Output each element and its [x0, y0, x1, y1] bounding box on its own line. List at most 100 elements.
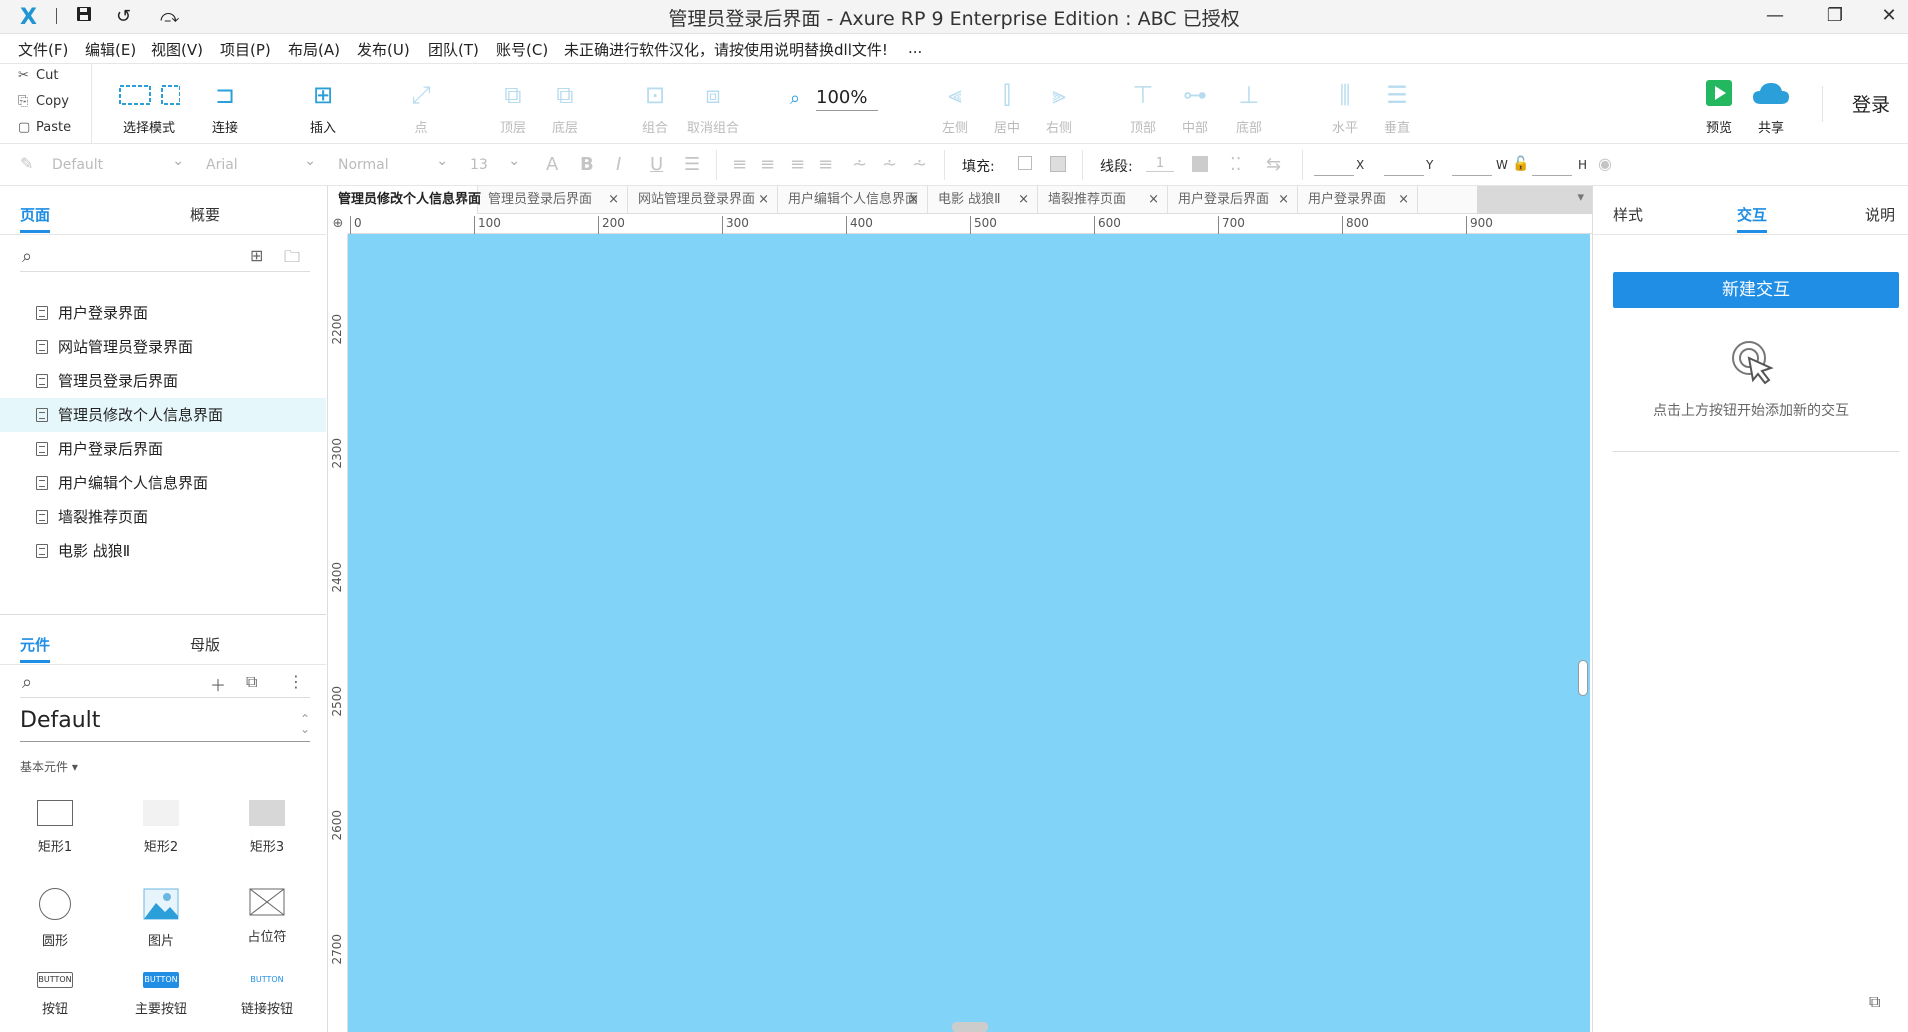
document-tab[interactable]: 墙裂推荐页面 ×: [1038, 186, 1168, 214]
x-input[interactable]: [1314, 158, 1354, 176]
menu-team[interactable]: 团队(T): [428, 39, 479, 60]
document-tab[interactable]: 电影 战狼Ⅱ ×: [928, 186, 1038, 214]
select-mode-button[interactable]: 选择模式: [114, 64, 184, 144]
style-edit-icon[interactable]: ✎: [20, 154, 33, 173]
page-item[interactable]: 用户登录后界面: [0, 432, 326, 466]
italic-icon[interactable]: I: [616, 154, 621, 175]
add-folder-icon[interactable]: 🗀: [284, 246, 300, 273]
page-item[interactable]: 管理员修改个人信息界面: [0, 398, 326, 432]
align-text-center-icon[interactable]: ≡: [760, 154, 775, 175]
close-tab-icon[interactable]: ×: [758, 186, 769, 213]
bullet-list-icon[interactable]: ☰: [684, 154, 700, 175]
underline-icon[interactable]: U: [650, 154, 663, 175]
library-select[interactable]: Default ⌃ ⌄: [20, 708, 310, 742]
align-text-right-icon[interactable]: ≡: [790, 154, 805, 175]
bold-icon[interactable]: B: [580, 154, 594, 175]
close-window-button[interactable]: ✕: [1874, 5, 1904, 26]
widget-circle[interactable]: 圆形: [10, 888, 100, 949]
close-tab-icon[interactable]: ×: [1398, 186, 1409, 213]
fill-shadow-swatch[interactable]: [1050, 156, 1066, 172]
close-tab-icon[interactable]: ×: [608, 186, 619, 213]
fill-color-swatch[interactable]: [1018, 156, 1032, 170]
widget-rectangle-3[interactable]: 矩形3: [222, 800, 312, 855]
dock-panel-icon[interactable]: ⧉: [1869, 992, 1880, 1012]
menu-publish[interactable]: 发布(U): [357, 39, 410, 60]
stroke-pattern-icon[interactable]: ⁚⁚: [1230, 154, 1241, 175]
align-bottom-button[interactable]: ⊥ 底部: [1214, 64, 1284, 144]
font-color-icon[interactable]: A: [546, 154, 558, 175]
page-item[interactable]: 管理员登录后界面: [0, 364, 326, 398]
new-interaction-button[interactable]: 新建交互: [1613, 272, 1899, 308]
connect-button[interactable]: ⊐ 连接: [190, 64, 260, 144]
stroke-color-swatch[interactable]: [1192, 156, 1208, 172]
menu-view[interactable]: 视图(V): [151, 39, 203, 60]
tab-widgets[interactable]: 元件: [20, 634, 51, 663]
widget-rectangle-1[interactable]: 矩形1: [10, 800, 100, 855]
add-page-icon[interactable]: ⊞: [250, 246, 263, 265]
widget-button[interactable]: BUTTON 按钮: [10, 972, 100, 1017]
insert-button[interactable]: ⊞ 插入: [288, 64, 358, 144]
tab-style[interactable]: 样式: [1613, 204, 1643, 225]
close-tab-icon[interactable]: ×: [1148, 186, 1159, 213]
justify-text-icon[interactable]: ≡: [818, 154, 833, 175]
login-button[interactable]: 登录: [1852, 90, 1890, 117]
font-family-select[interactable]: Arial: [202, 148, 318, 178]
close-tab-icon[interactable]: ×: [1018, 186, 1029, 213]
widget-placeholder[interactable]: 占位符: [222, 888, 312, 945]
page-search[interactable]: ⌕ ⊞ 🗀: [20, 242, 310, 272]
close-tab-icon[interactable]: ×: [458, 186, 469, 213]
width-input[interactable]: [1452, 158, 1492, 176]
minimize-button[interactable]: —: [1760, 5, 1790, 26]
copy-button[interactable]: ⎘ Copy: [18, 94, 69, 109]
design-canvas[interactable]: [348, 234, 1590, 1032]
distribute-vertical-button[interactable]: ☰ 垂直: [1362, 64, 1432, 144]
font-weight-select[interactable]: Normal: [334, 148, 450, 178]
widget-search[interactable]: ⌕ ＋ ⧉ ⋮: [20, 668, 310, 698]
cut-button[interactable]: ✂ Cut: [18, 68, 58, 83]
style-select[interactable]: Default: [48, 148, 186, 178]
document-tab[interactable]: 管理员修改个人信息界面 ×: [328, 186, 481, 214]
document-tab[interactable]: 管理员登录后界面 ×: [478, 186, 628, 214]
menu-more[interactable]: ...: [908, 39, 922, 57]
close-tab-icon[interactable]: ×: [1278, 186, 1289, 213]
menu-project[interactable]: 项目(P): [220, 39, 271, 60]
restore-button[interactable]: ❐: [1820, 5, 1850, 26]
tab-notes[interactable]: 说明: [1865, 204, 1895, 225]
tab-masters[interactable]: 母版: [190, 634, 220, 655]
y-input[interactable]: [1384, 158, 1424, 176]
widget-image[interactable]: 图片: [116, 888, 206, 949]
valign-top-icon[interactable]: ⩪: [852, 154, 867, 175]
share-button[interactable]: 共享: [1736, 64, 1806, 144]
menu-file[interactable]: 文件(F): [18, 39, 68, 60]
widget-link-button[interactable]: BUTTON 链接按钮: [222, 972, 312, 1017]
height-input[interactable]: [1532, 158, 1572, 176]
align-right-button[interactable]: ⫸ 右侧: [1024, 64, 1094, 144]
ungroup-button[interactable]: ⧈ 取消组合: [678, 64, 748, 144]
widget-primary-button[interactable]: BUTTON 主要按钮: [116, 972, 206, 1017]
visibility-eye-icon[interactable]: ◉: [1598, 154, 1612, 173]
ruler-origin-icon[interactable]: ⊕: [328, 214, 348, 234]
arrow-style-icon[interactable]: ⇆: [1266, 154, 1281, 175]
tab-pages[interactable]: 页面: [20, 204, 51, 233]
send-to-back-button[interactable]: ⧉ 底层: [530, 64, 600, 144]
document-tab[interactable]: 网站管理员登录界面 ×: [628, 186, 778, 214]
page-item[interactable]: 网站管理员登录界面: [0, 330, 326, 364]
paste-button[interactable]: ▢ Paste: [18, 120, 71, 135]
page-item[interactable]: 用户编辑个人信息界面: [0, 466, 326, 500]
zoom-select[interactable]: ⌕ 100%: [790, 84, 890, 114]
close-tab-icon[interactable]: ×: [908, 186, 919, 213]
valign-bottom-icon[interactable]: ⩪: [912, 154, 927, 175]
horizontal-scrollbar[interactable]: [952, 1022, 988, 1032]
menu-edit[interactable]: 编辑(E): [85, 39, 136, 60]
tab-interactions[interactable]: 交互: [1737, 204, 1768, 233]
stroke-width-input[interactable]: 1: [1146, 156, 1174, 172]
tab-overflow-menu[interactable]: [1477, 186, 1592, 214]
page-item[interactable]: 墙裂推荐页面: [0, 500, 326, 534]
document-tab[interactable]: 用户编辑个人信息界面 ×: [778, 186, 928, 214]
page-item[interactable]: 用户登录界面: [0, 296, 326, 330]
menu-account[interactable]: 账号(C): [496, 39, 548, 60]
lock-ratio-icon[interactable]: 🔓: [1512, 156, 1529, 172]
library-manage-icon[interactable]: ⧉: [246, 672, 257, 692]
menu-arrange[interactable]: 布局(A): [288, 39, 340, 60]
widget-rectangle-2[interactable]: 矩形2: [116, 800, 206, 855]
